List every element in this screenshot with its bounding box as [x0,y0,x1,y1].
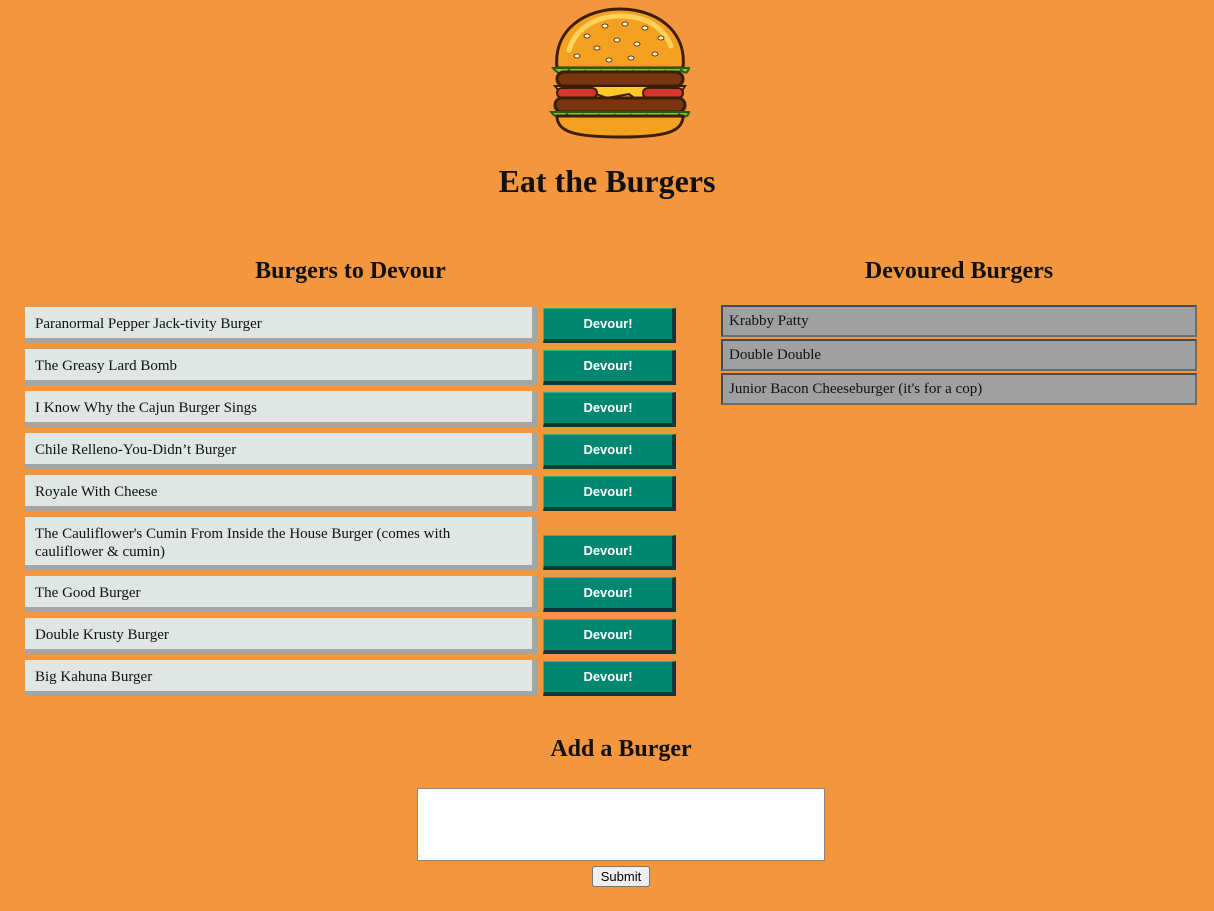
devour-button[interactable]: Devour! [543,535,676,570]
devoured-item: Krabby Patty [721,305,1197,337]
burger-name: Royale With Cheese [25,475,537,511]
list-item: Double Krusty Burger Devour! [25,618,676,654]
devour-button[interactable]: Devour! [543,476,676,511]
devour-button[interactable]: Devour! [543,661,676,696]
devoured-item: Double Double [721,339,1197,371]
to-devour-list: Paranormal Pepper Jack-tivity Burger Dev… [25,307,676,702]
burger-name: The Greasy Lard Bomb [25,349,537,385]
list-item: I Know Why the Cajun Burger Sings Devour… [25,391,676,427]
burger-name: Big Kahuna Burger [25,660,537,696]
burger-name: Double Krusty Burger [25,618,537,654]
burger-name: Paranormal Pepper Jack-tivity Burger [25,307,537,343]
page-title: Eat the Burgers [498,163,716,199]
list-item: The Cauliflower's Cumin From Inside the … [25,517,676,570]
list-item: The Good Burger Devour! [25,576,676,612]
devoured-list: Krabby Patty Double Double Junior Bacon … [721,305,1197,407]
devour-button[interactable]: Devour! [543,308,676,343]
devour-button[interactable]: Devour! [543,350,676,385]
devoured-heading: Devoured Burgers [864,258,1054,284]
devour-button[interactable]: Devour! [543,577,676,612]
submit-button[interactable]: Submit [592,866,650,887]
devour-button[interactable]: Devour! [543,392,676,427]
burger-name-input[interactable] [417,788,825,861]
to-devour-heading: Burgers to Devour [255,258,446,284]
devour-button[interactable]: Devour! [543,619,676,654]
devoured-item: Junior Bacon Cheeseburger (it's for a co… [721,373,1197,405]
burger-name: Chile Relleno-You-Didn’t Burger [25,433,537,469]
devour-button[interactable]: Devour! [543,434,676,469]
add-burger-heading: Add a Burger [550,736,692,762]
list-item: The Greasy Lard Bomb Devour! [25,349,676,385]
burger-icon [548,7,691,139]
list-item: Paranormal Pepper Jack-tivity Burger Dev… [25,307,676,343]
list-item: Big Kahuna Burger Devour! [25,660,676,696]
burger-name: I Know Why the Cajun Burger Sings [25,391,537,427]
burger-name: The Cauliflower's Cumin From Inside the … [25,517,537,570]
burger-name: The Good Burger [25,576,537,612]
list-item: Chile Relleno-You-Didn’t Burger Devour! [25,433,676,469]
list-item: Royale With Cheese Devour! [25,475,676,511]
